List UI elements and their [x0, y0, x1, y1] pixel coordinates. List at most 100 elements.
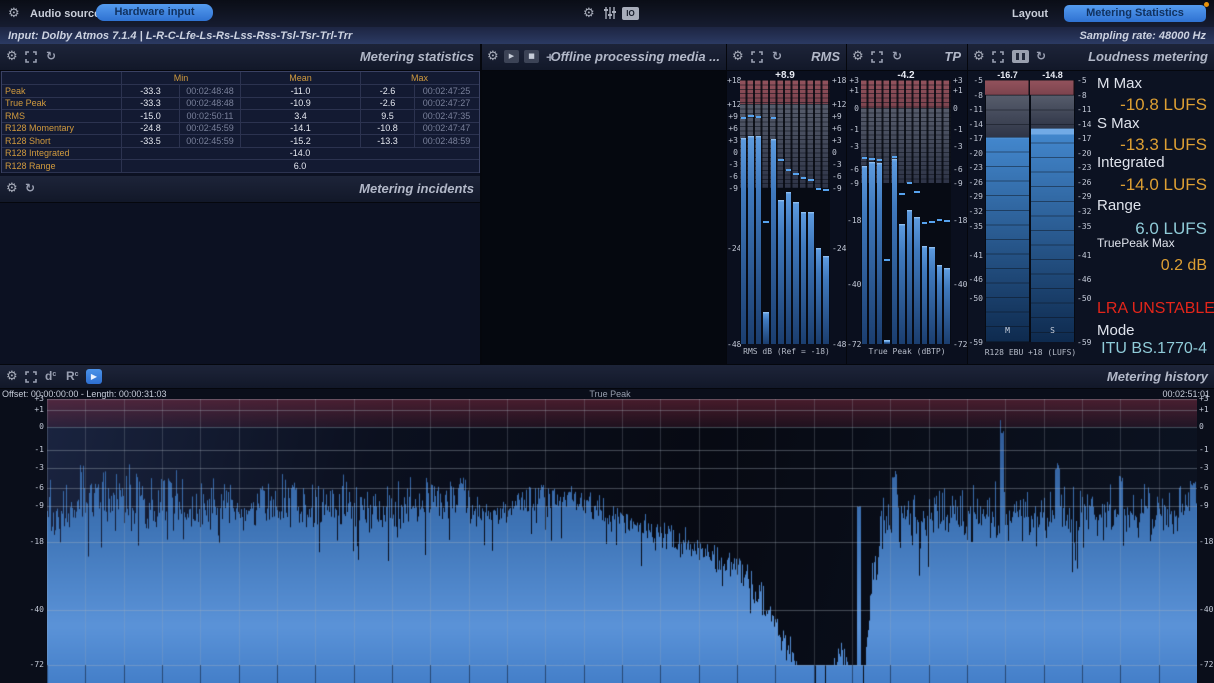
expand-icon[interactable] [751, 50, 763, 65]
tp-header: TP ⚙ ↻ [847, 44, 967, 71]
peak-hold-tick [899, 193, 905, 195]
column-header: Mean [241, 72, 361, 84]
pause-icon[interactable] [1012, 50, 1029, 63]
scale-label: -40 [953, 280, 968, 289]
tp-title: TP [944, 49, 961, 64]
scale-label: -59 [968, 338, 983, 347]
scale-label: -35 [968, 222, 983, 231]
add-media-icon[interactable]: + [546, 50, 554, 65]
scale-label: -3 [0, 463, 44, 472]
channel-bar-Rss [914, 217, 920, 344]
refresh-icon[interactable]: ↻ [892, 49, 902, 64]
history-plot[interactable]: 00:02:2000:02:2100:02:2200:02:2300:02:24… [47, 399, 1197, 683]
expand-icon[interactable] [25, 50, 37, 65]
scale-label: -6 [0, 483, 44, 492]
play-icon[interactable]: ▶ [504, 50, 519, 63]
scale-label: -1 [0, 445, 44, 454]
gear-icon[interactable]: ⚙ [8, 6, 20, 21]
readout-value: -13.3 LUFS [1120, 135, 1207, 155]
hardware-input-button[interactable]: Hardware input [96, 4, 213, 21]
table-row: Peak-33.300:02:48:48-11.0-2.600:02:47:25 [2, 85, 479, 98]
table-cell: -15.0 [122, 110, 180, 122]
reset-counter-icon[interactable]: Rc [66, 369, 79, 384]
info-bar: Input: Dolby Atmos 7.1.4 | L-R-C-Lfe-Ls-… [0, 27, 1214, 45]
metering-statistics-header: Metering statistics ⚙↻ [0, 44, 480, 71]
refresh-icon[interactable]: ↻ [46, 49, 56, 64]
gear-icon[interactable]: ⚙ [6, 181, 18, 196]
table-cell: -2.6 [361, 85, 415, 97]
scale-label: -3 [832, 160, 847, 169]
scale-label: -24 [832, 244, 847, 253]
channel-bar-Lss [907, 210, 913, 344]
scale-label: -3 [1199, 463, 1214, 472]
table-cell: Peak [2, 85, 122, 97]
channel-bar-Trl [816, 248, 822, 344]
channel-config-icon[interactable] [603, 6, 617, 21]
readout-value: 0.2 dB [1161, 257, 1207, 275]
table-cell: -15.2 [241, 135, 361, 147]
scale-label: 0 [1199, 422, 1214, 431]
gear-icon[interactable]: ⚙ [6, 49, 18, 64]
channel-bar-Lfe [884, 340, 890, 344]
record-indicator-dot [1204, 2, 1209, 7]
loudness-m-value: -16.7 [985, 70, 1030, 80]
scale-label: -72 [0, 660, 44, 669]
expand-icon[interactable] [25, 370, 37, 385]
gear-icon[interactable]: ⚙ [487, 49, 499, 64]
table-row: RMS-15.000:02:50:113.49.500:02:47:35 [2, 110, 479, 123]
channel-bar-Rs [778, 200, 784, 344]
scale-label: +18 [832, 76, 847, 85]
table-cell: True Peak [2, 98, 122, 110]
table-cell: 00:02:47:25 [415, 85, 478, 97]
rms-bottom-label: RMS dB (Ref = -18) [727, 347, 846, 356]
table-cell: -11.0 [241, 85, 361, 97]
gear-icon[interactable]: ⚙ [973, 49, 985, 64]
refresh-icon[interactable]: ↻ [1036, 49, 1046, 64]
scale-label: +12 [832, 100, 847, 109]
scale-label: +1 [953, 86, 968, 95]
peak-hold-tick [801, 177, 807, 179]
table-row: R128 Short-33.500:02:45:59-15.2-13.300:0… [2, 135, 479, 148]
scale-label: -1 [953, 125, 968, 134]
stop-icon[interactable]: ■ [524, 50, 539, 63]
expand-icon[interactable] [871, 50, 883, 65]
table-cell: 00:02:45:59 [180, 123, 241, 135]
scale-label: -14 [968, 120, 983, 129]
gear-icon[interactable]: ⚙ [852, 49, 864, 64]
gear-icon[interactable]: ⚙ [732, 49, 744, 64]
expand-icon[interactable] [992, 50, 1004, 65]
table-cell: 00:02:47:47 [415, 123, 478, 135]
scale-label: -40 [0, 605, 44, 614]
duration-counter-icon[interactable]: dc [45, 369, 56, 384]
scale-label: -18 [0, 537, 44, 546]
gear-icon[interactable]: ⚙ [6, 369, 18, 384]
scale-label: -40 [847, 280, 859, 289]
history-series-label: True Peak [560, 389, 660, 399]
true-peak-meter-panel: TP ⚙↻ -4.2 True Peak (dBTP) +3+3+1+100-1… [847, 44, 967, 364]
scale-label: -23 [1077, 163, 1092, 172]
refresh-icon[interactable]: ↻ [772, 49, 782, 64]
scale-label: -9 [1199, 501, 1214, 510]
scale-label: 0 [847, 104, 859, 113]
metering-statistics-table: MinMeanMaxPeak-33.300:02:48:48-11.0-2.60… [1, 71, 480, 173]
scale-label: 0 [832, 148, 847, 157]
metering-statistics-button[interactable]: Metering Statistics [1064, 5, 1206, 22]
readout-value: -14.0 LUFS [1120, 175, 1207, 195]
gear-icon[interactable]: ⚙ [583, 6, 595, 21]
scale-label: -46 [1077, 275, 1092, 284]
loudness-bar-M [986, 137, 1029, 342]
scale-label: -18 [1199, 537, 1214, 546]
scale-label: -29 [968, 192, 983, 201]
offline-processing-panel: Offline processing media ... ⚙▶■+ [482, 44, 726, 364]
channel-bar-Tsr [808, 212, 814, 344]
table-cell: R128 Range [2, 160, 122, 172]
play-history-icon[interactable]: ▶ [86, 369, 102, 384]
loudness-meter-body: MS [985, 80, 1075, 342]
scale-label: -9 [727, 184, 738, 193]
peak-hold-tick [763, 221, 769, 223]
io-routing-icon[interactable]: IO [622, 7, 639, 20]
scale-label: -26 [968, 178, 983, 187]
refresh-icon[interactable]: ↻ [25, 181, 35, 196]
table-cell: 00:02:47:35 [415, 110, 478, 122]
table-row: R128 Momentary-24.800:02:45:59-14.1-10.8… [2, 123, 479, 136]
